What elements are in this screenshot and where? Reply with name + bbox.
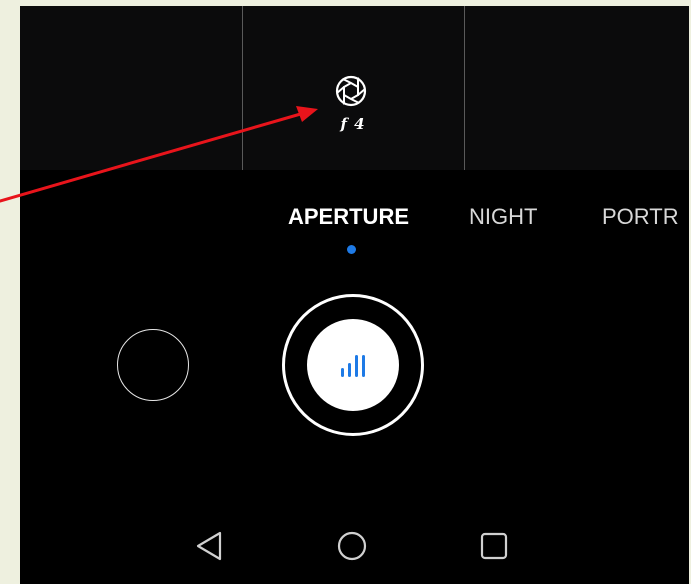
- viewfinder[interactable]: f 4: [20, 6, 689, 170]
- circle-home-icon[interactable]: [334, 528, 370, 564]
- aperture-icon: [335, 75, 367, 107]
- square-recents-icon[interactable]: [476, 528, 512, 564]
- grid-line: [464, 6, 465, 170]
- mode-selector[interactable]: APERTURE NIGHT PORTR: [20, 204, 689, 238]
- grid-line: [242, 6, 243, 170]
- aperture-value: f 4: [340, 115, 366, 133]
- shutter-button[interactable]: [282, 294, 424, 436]
- shutter-inner: [307, 319, 399, 411]
- camera-screen: f 4 APERTURE NIGHT PORTR: [20, 6, 689, 584]
- aperture-indicator[interactable]: f 4: [333, 73, 369, 143]
- selected-mode-indicator: [347, 245, 356, 254]
- triangle-back-icon[interactable]: [192, 528, 228, 564]
- mode-portrait[interactable]: PORTR: [602, 204, 679, 230]
- mode-aperture[interactable]: APERTURE: [288, 204, 409, 230]
- audio-bars-icon: [341, 355, 365, 377]
- mode-night[interactable]: NIGHT: [469, 204, 537, 230]
- gallery-thumbnail[interactable]: [117, 329, 189, 401]
